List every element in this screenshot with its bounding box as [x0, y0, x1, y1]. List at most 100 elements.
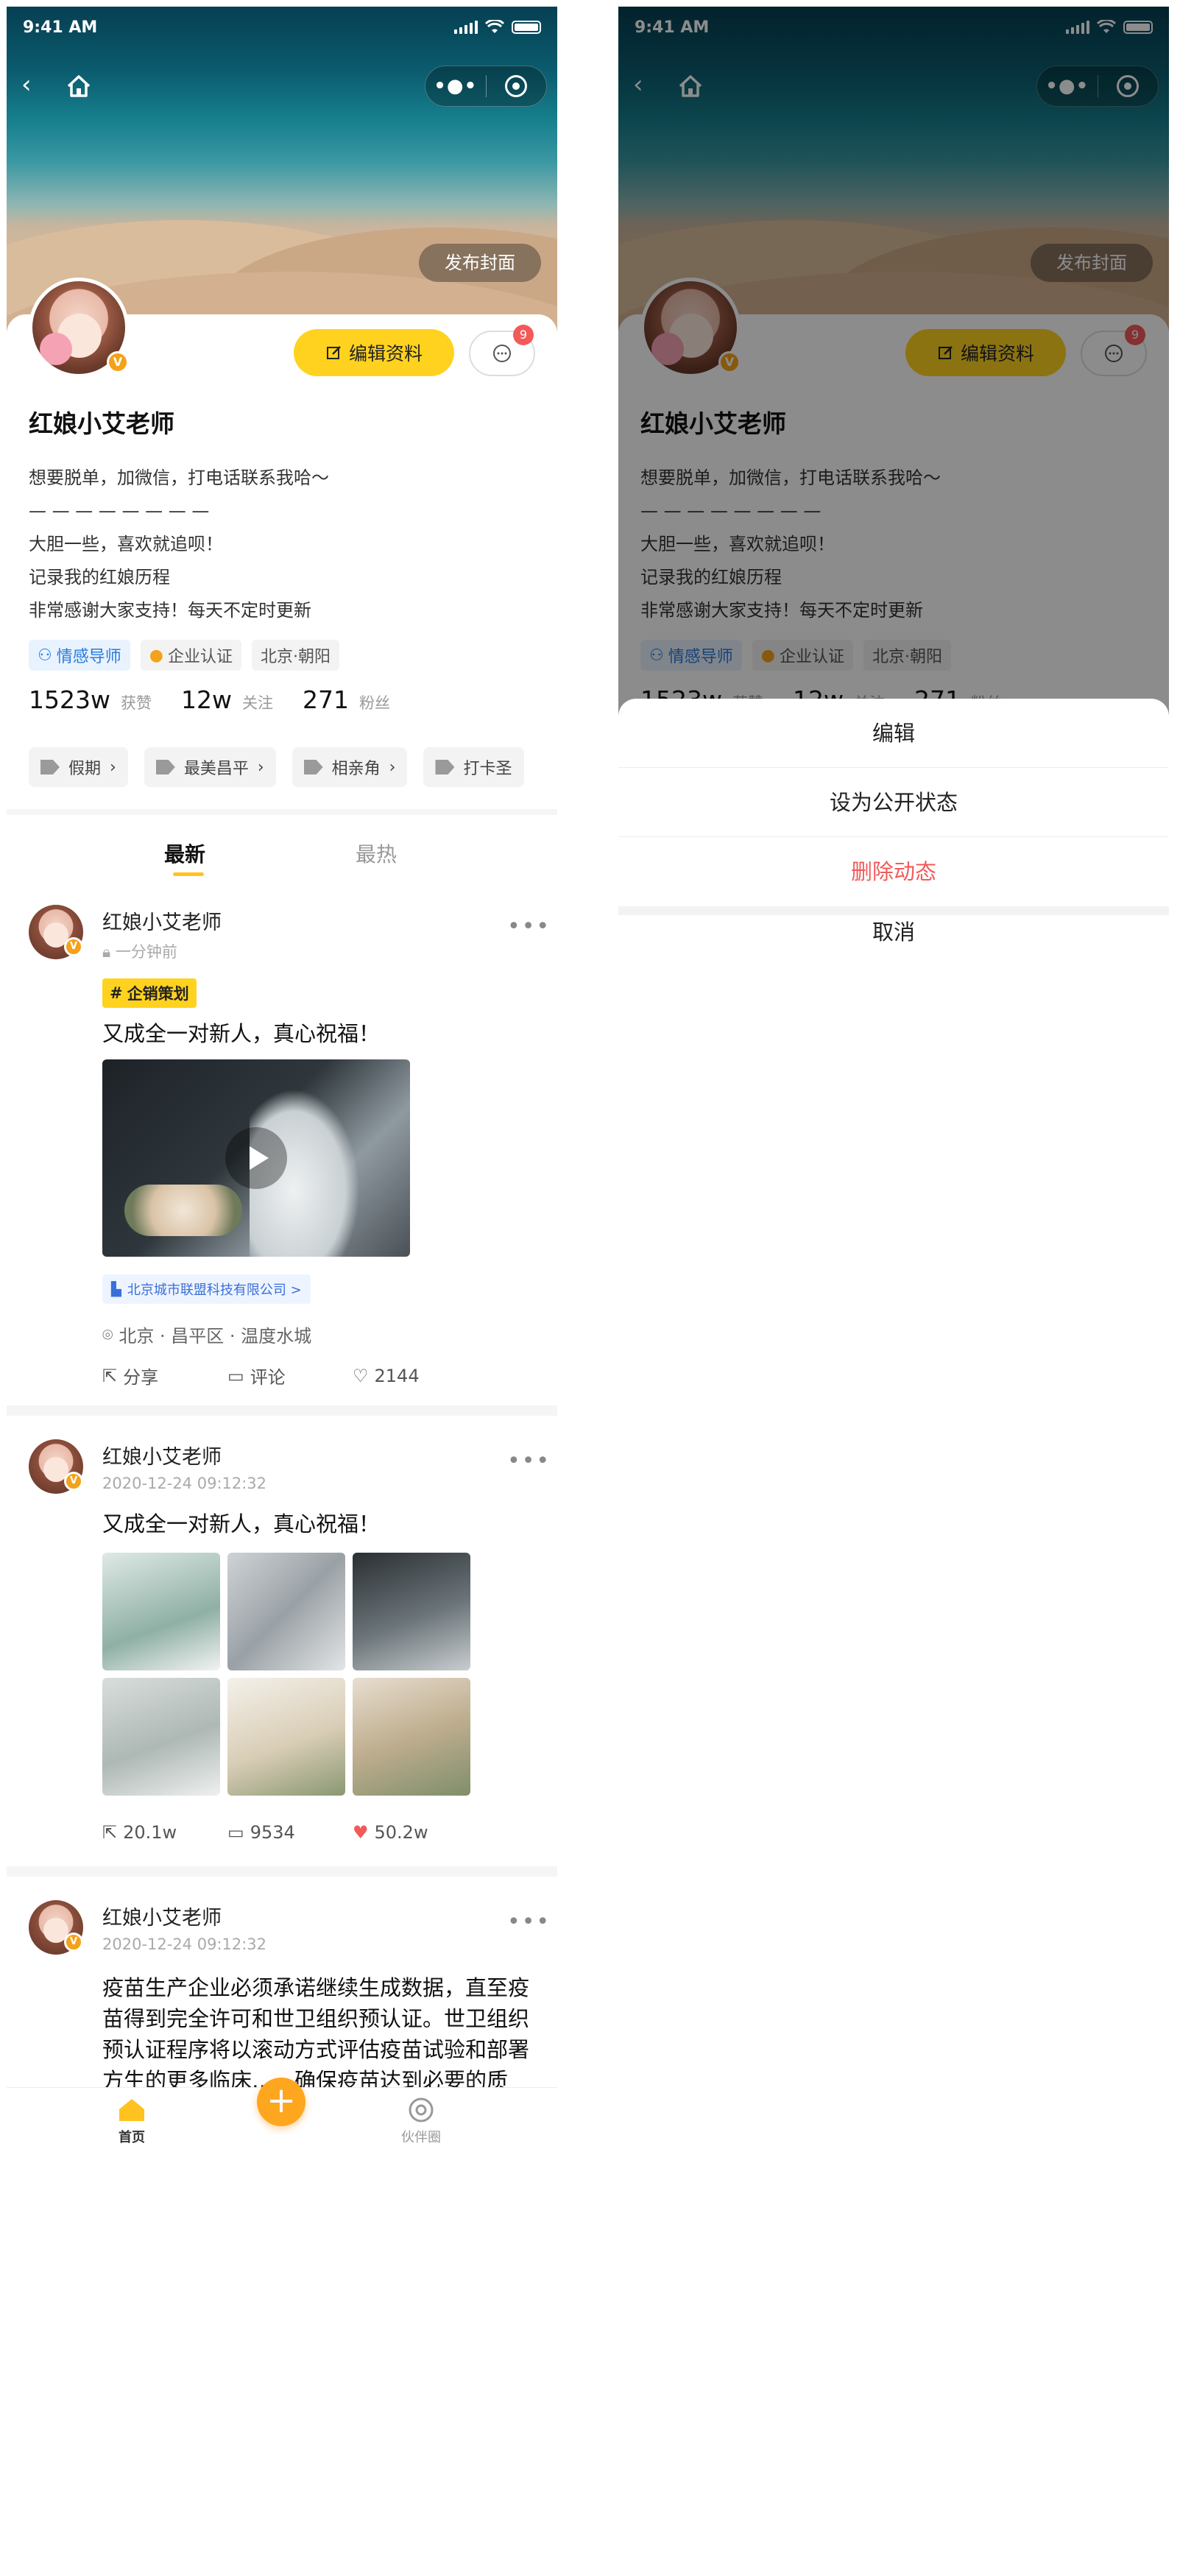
post-more-icon[interactable]: ••• [507, 1448, 551, 1474]
bottom-tab-bar: 首页 + 伙伴圈 [7, 2078, 557, 2156]
post-image[interactable] [227, 1678, 345, 1796]
comment-count: 9534 [250, 1822, 295, 1843]
tag-label: 情感导师 [56, 648, 121, 666]
post-more-icon[interactable]: ••• [507, 1909, 551, 1935]
comment-label: 评论 [250, 1367, 286, 1388]
post-author[interactable]: 红娘小艾老师 [102, 1902, 222, 1930]
location-label: 北京 · 昌平区 · 温度水城 [119, 1326, 312, 1347]
tag-label: 企业认证 [167, 648, 233, 666]
share-label: 分享 [123, 1367, 159, 1388]
post-text: 又成全一对新人，真心祝福！ [102, 1511, 381, 1536]
profile-tags: ⚇ 情感导师 ● 企业认证 北京·朝阳 [29, 640, 339, 671]
post-image[interactable] [227, 1553, 345, 1670]
home-filled-icon [119, 2099, 144, 2121]
bio-line: 大胆一些，喜欢就追呗！ [29, 534, 223, 554]
tab-latest[interactable]: 最新 [164, 839, 205, 868]
play-icon[interactable] [225, 1127, 287, 1189]
more-menu-icon[interactable]: •●• [425, 75, 486, 97]
profile-stats: 1523w 获赞 12w 关注 271 粉丝 [29, 685, 409, 714]
delete-post-option[interactable]: 删除动态 [618, 837, 1169, 906]
tag-emotion-mentor[interactable]: ⚇ 情感导师 [29, 640, 130, 671]
following-count[interactable]: 12w [181, 685, 232, 714]
topic-chip[interactable]: 相亲角 › [292, 747, 408, 787]
tag-icon [303, 760, 323, 774]
set-public-option[interactable]: 设为公开状态 [618, 768, 1169, 837]
partner-circle-icon [409, 2097, 434, 2122]
like-button[interactable]: ♥ 50.2w [353, 1822, 478, 1843]
post-divider [7, 1866, 557, 1877]
company-label: 北京城市联盟科技有限公司 > [127, 1282, 302, 1298]
feed-tabs: 最新 最热 [7, 815, 557, 886]
add-post-button[interactable]: + [257, 2078, 305, 2126]
location-pin-icon: ⌾ [102, 1324, 113, 1345]
chevron-right-icon: › [389, 758, 396, 777]
post-location[interactable]: ⌾ 北京 · 昌平区 · 温度水城 [102, 1321, 311, 1347]
signal-icon [454, 21, 478, 34]
share-button[interactable]: ⇱ 20.1w [102, 1822, 227, 1843]
wifi-icon [485, 20, 504, 33]
post-video[interactable] [102, 1059, 410, 1257]
post-more-icon[interactable]: ••• [507, 914, 551, 939]
lock-icon: 🔒︎ [102, 943, 116, 961]
cancel-option[interactable]: 取消 [618, 915, 1169, 949]
tab-hottest[interactable]: 最热 [356, 839, 397, 868]
comment-button[interactable]: ▭ 9534 [227, 1822, 353, 1843]
verified-badge-icon: V [64, 1472, 83, 1491]
tab-partner-label: 伙伴圈 [401, 2130, 441, 2145]
post-text-line: 苗得到完全许可和世卫组织预认证。世卫组织 [102, 2006, 530, 2031]
like-count: 50.2w [374, 1822, 428, 1843]
topic-chip[interactable]: # 企销策划 [102, 978, 197, 1008]
like-button[interactable]: ♡ 2144 [353, 1363, 478, 1388]
chevron-right-icon: › [110, 758, 116, 777]
modal-overlay[interactable] [618, 7, 1169, 787]
likes-count[interactable]: 1523w [29, 685, 110, 714]
back-icon[interactable]: ‹ [21, 70, 51, 99]
comment-button[interactable]: ▭ 评论 [227, 1363, 353, 1388]
tag-icon [155, 760, 175, 774]
topic-label: 最美昌平 [183, 760, 249, 778]
topic-list: 假期 › 最美昌平 › 相亲角 › 打卡圣 [29, 747, 524, 787]
tab-partner[interactable]: 伙伴圈 [401, 2097, 441, 2146]
close-miniprogram-icon[interactable] [487, 75, 547, 97]
profile-bio: 想要脱单，加微信，打电话联系我哈～ — — — — — — — — 大胆一些，喜… [29, 462, 329, 627]
topic-chip[interactable]: 最美昌平 › [144, 747, 276, 787]
message-button[interactable]: 9 [469, 325, 535, 376]
post-time: 2020-12-24 09:12:32 [102, 1475, 267, 1492]
verified-badge-icon: V [64, 937, 83, 956]
post-text: 又成全一对新人，真心祝福！ [102, 1021, 381, 1046]
tab-home[interactable]: 首页 [117, 2097, 146, 2146]
post-text-line: 预认证程序将以滚动方式评估疫苗试验和部署 [102, 2037, 530, 2062]
share-button[interactable]: ⇱ 分享 [102, 1363, 227, 1388]
post-divider [7, 1405, 557, 1416]
topic-chip[interactable]: 打卡圣 [423, 747, 524, 787]
edit-icon [326, 346, 341, 359]
bio-line: 想要脱单，加微信，打电话联系我哈～ [29, 467, 329, 488]
topic-chip[interactable]: 假期 › [29, 747, 128, 787]
edit-profile-button[interactable]: 编辑资料 [294, 329, 454, 376]
share-icon: ⇱ [102, 1822, 118, 1843]
publish-cover-button[interactable]: 发布封面 [419, 244, 541, 282]
profile-name: 红娘小艾老师 [29, 409, 174, 438]
post-image[interactable] [353, 1678, 470, 1796]
tag-location[interactable]: 北京·朝阳 [251, 640, 339, 671]
company-link[interactable]: ▙ 北京城市联盟科技有限公司 > [102, 1274, 311, 1304]
bio-line: — — — — — — — — [29, 501, 210, 521]
post-author[interactable]: 红娘小艾老师 [102, 906, 222, 935]
post-image[interactable] [353, 1553, 470, 1670]
verified-badge-icon: V [64, 1933, 83, 1952]
building-icon: ▙ [111, 1281, 121, 1297]
tag-enterprise-verified[interactable]: ● 企业认证 [140, 640, 241, 671]
fans-count[interactable]: 271 [303, 685, 349, 714]
edit-post-option[interactable]: 编辑 [618, 699, 1169, 768]
sheet-separator [618, 906, 1169, 915]
post-image[interactable] [102, 1678, 220, 1796]
post-author[interactable]: 红娘小艾老师 [102, 1441, 222, 1469]
home-icon[interactable] [64, 71, 93, 101]
status-bar: 9:41 AM [7, 7, 557, 48]
profile-screen-with-action-sheet: 9:41 AM ‹ •●• 发布封面 V 编辑资料 9 红娘小艾老师 想要脱单，… [618, 7, 1169, 2156]
post-time: 🔒︎ 一分钟前 [102, 940, 177, 962]
capsule-menu: •●• [425, 66, 547, 107]
post-image[interactable] [102, 1553, 220, 1670]
battery-icon [512, 21, 541, 34]
likes-label: 获赞 [120, 694, 152, 712]
